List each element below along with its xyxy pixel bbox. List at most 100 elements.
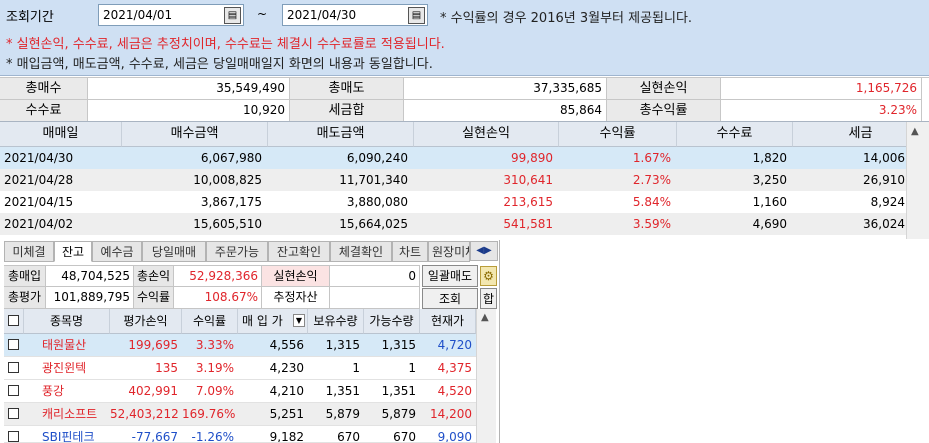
trade-date: 2021/04/15 [4, 195, 74, 209]
current-price: 4,375 [437, 361, 472, 375]
col-header-fee[interactable]: 수수료 [677, 122, 793, 147]
tab-orderable[interactable]: 주문가능 [206, 241, 268, 262]
end-date-input[interactable]: 2021/04/30 ▤ [282, 4, 428, 26]
sell-amount: 3,880,080 [346, 195, 408, 209]
avg-price: 4,556 [269, 338, 304, 352]
chevron-down-icon[interactable]: ▼ [293, 314, 305, 327]
avg-price: 4,230 [269, 361, 304, 375]
col-header-current-price[interactable]: 현재가 [420, 309, 476, 334]
sell-amount: 11,701,340 [339, 173, 408, 187]
table-row[interactable]: 2021/04/15 3,867,175 3,880,080 213,615 5… [0, 191, 929, 213]
row-checkbox[interactable] [8, 385, 19, 396]
table-row[interactable]: 태원물산 199,695 3.33% 4,556 1,315 1,315 4,7… [4, 334, 476, 357]
col-header-avail-qty[interactable]: 가능수량 [364, 309, 420, 334]
fee: 1,160 [752, 195, 787, 209]
row-checkbox[interactable] [8, 362, 19, 373]
estimate-note: * 실현손익, 수수료, 세금은 추정치이며, 수수료는 체결시 수수료률로 적… [6, 37, 445, 52]
start-date-input[interactable]: 2021/04/01 ▤ [98, 4, 244, 26]
table-row[interactable]: 광진윈텍 135 3.19% 4,230 1 1 4,375 [4, 357, 476, 380]
tab-ledger-unfilled[interactable]: 원장미체결 [428, 241, 470, 262]
hold-qty: 1,315 [325, 338, 360, 352]
hold-qty: 670 [337, 430, 360, 443]
col-header-eval-pnl[interactable]: 평가손익 [110, 309, 182, 334]
query-button[interactable]: 조회 [422, 288, 478, 309]
col-header-avg-price[interactable]: 매 입 가 ▼ [238, 309, 308, 334]
col-header-return[interactable]: 수익률 [559, 122, 677, 147]
tab-balance[interactable]: 잔고 [54, 241, 92, 262]
sum-button[interactable]: 합 [480, 288, 497, 309]
arrow-left-icon[interactable]: ◀ [476, 245, 484, 256]
fee: 4,690 [752, 217, 787, 231]
col-header-stock-name[interactable]: 종목명 [24, 309, 110, 334]
bal-est-asset-label: 추정자산 [262, 287, 330, 309]
table-row[interactable]: 2021/04/02 15,605,510 15,664,025 541,581… [0, 213, 929, 235]
col-header-buy-amount[interactable]: 매수금액 [122, 122, 268, 147]
row-checkbox[interactable] [8, 408, 19, 419]
calendar-icon[interactable]: ▤ [224, 7, 241, 24]
fee-value: 10,920 [88, 100, 290, 122]
fee: 3,250 [752, 173, 787, 187]
scroll-up-icon[interactable]: ▲ [911, 126, 919, 137]
holdings-scrollbar[interactable]: ▲ [476, 309, 496, 443]
hold-qty: 5,879 [325, 407, 360, 421]
buy-amount: 3,867,175 [200, 195, 262, 209]
buy-amount: 15,605,510 [193, 217, 262, 231]
hold-qty: 1,351 [325, 384, 360, 398]
daily-table-scrollbar[interactable]: ▲ [906, 122, 929, 239]
row-checkbox[interactable] [8, 431, 19, 442]
bal-total-buy-value: 48,704,525 [46, 265, 134, 287]
total-buy-label: 총매수 [0, 78, 88, 100]
col-header-date[interactable]: 매매일 [0, 122, 122, 147]
table-row[interactable]: 2021/04/28 10,008,825 11,701,340 310,641… [0, 169, 929, 191]
return-rate: 7.09% [195, 384, 234, 398]
avail-qty: 1 [408, 361, 416, 375]
table-row[interactable]: 풍강 402,991 7.09% 4,210 1,351 1,351 4,520 [4, 380, 476, 403]
stock-name: 풍강 [42, 384, 65, 398]
end-date-value: 2021/04/30 [287, 8, 357, 22]
table-row[interactable]: SBI핀테크 -77,667 -1.26% 9,182 670 670 9,09… [4, 426, 476, 443]
bal-return-label: 수익률 [134, 287, 174, 309]
scroll-up-icon[interactable]: ▲ [481, 312, 489, 323]
fee-label: 수수료 [0, 100, 88, 122]
bal-return-value: 108.67% [174, 287, 262, 309]
col-header-realized-pnl[interactable]: 실현손익 [414, 122, 559, 147]
col-header-sell-amount[interactable]: 매도금액 [268, 122, 414, 147]
calendar-icon[interactable]: ▤ [408, 7, 425, 24]
bal-total-pnl-value: 52,928,366 [174, 265, 262, 287]
arrow-right-icon[interactable]: ▶ [484, 245, 492, 256]
col-header-select[interactable] [4, 309, 24, 334]
select-all-checkbox[interactable] [8, 315, 19, 326]
col-header-hold-qty[interactable]: 보유수량 [308, 309, 364, 334]
tab-unfilled[interactable]: 미체결 [4, 241, 54, 262]
gear-icon[interactable]: ⚙ [480, 266, 497, 286]
tab-daily-trade[interactable]: 당일매매 [142, 241, 206, 262]
bulk-sell-button[interactable]: 일괄매도 [422, 265, 478, 287]
total-sell-value: 37,335,685 [404, 78, 607, 100]
return-rate: 3.19% [195, 361, 234, 375]
realized-pnl: 213,615 [503, 195, 553, 209]
stock-name: 태원물산 [42, 338, 87, 352]
row-checkbox[interactable] [8, 339, 19, 350]
table-row[interactable]: 캐리소프트 52,403,212 169.76% 5,251 5,879 5,8… [4, 403, 476, 426]
bal-est-asset-value [330, 287, 420, 309]
period-label: 조회기간 [6, 10, 54, 25]
tab-chart[interactable]: 차트 [392, 241, 428, 262]
avg-price: 4,210 [269, 384, 304, 398]
col-header-return[interactable]: 수익률 [182, 309, 238, 334]
return-rate: 3.33% [195, 338, 234, 352]
avg-price: 9,182 [269, 430, 304, 443]
tab-scroll-arrows[interactable]: ◀▶ [470, 241, 498, 261]
tab-balance-check[interactable]: 잔고확인 [268, 241, 330, 262]
table-row[interactable]: 2021/04/30 6,067,980 6,090,240 99,890 1.… [0, 147, 929, 169]
avail-qty: 1,315 [381, 338, 416, 352]
return-rate: 1.67% [632, 151, 671, 165]
total-return-value: 3.23% [721, 100, 922, 122]
tab-deposit[interactable]: 예수금 [92, 241, 142, 262]
bal-total-buy-label: 총매입 [4, 265, 46, 287]
return-rate: 2.73% [632, 173, 671, 187]
tab-fill-check[interactable]: 체결확인 [330, 241, 392, 262]
return-rate: 5.84% [632, 195, 671, 209]
bal-total-eval-value: 101,889,795 [46, 287, 134, 309]
return-note: * 수익률의 경우 2016년 3월부터 제공됩니다. [440, 11, 693, 26]
hold-qty: 1 [352, 361, 360, 375]
